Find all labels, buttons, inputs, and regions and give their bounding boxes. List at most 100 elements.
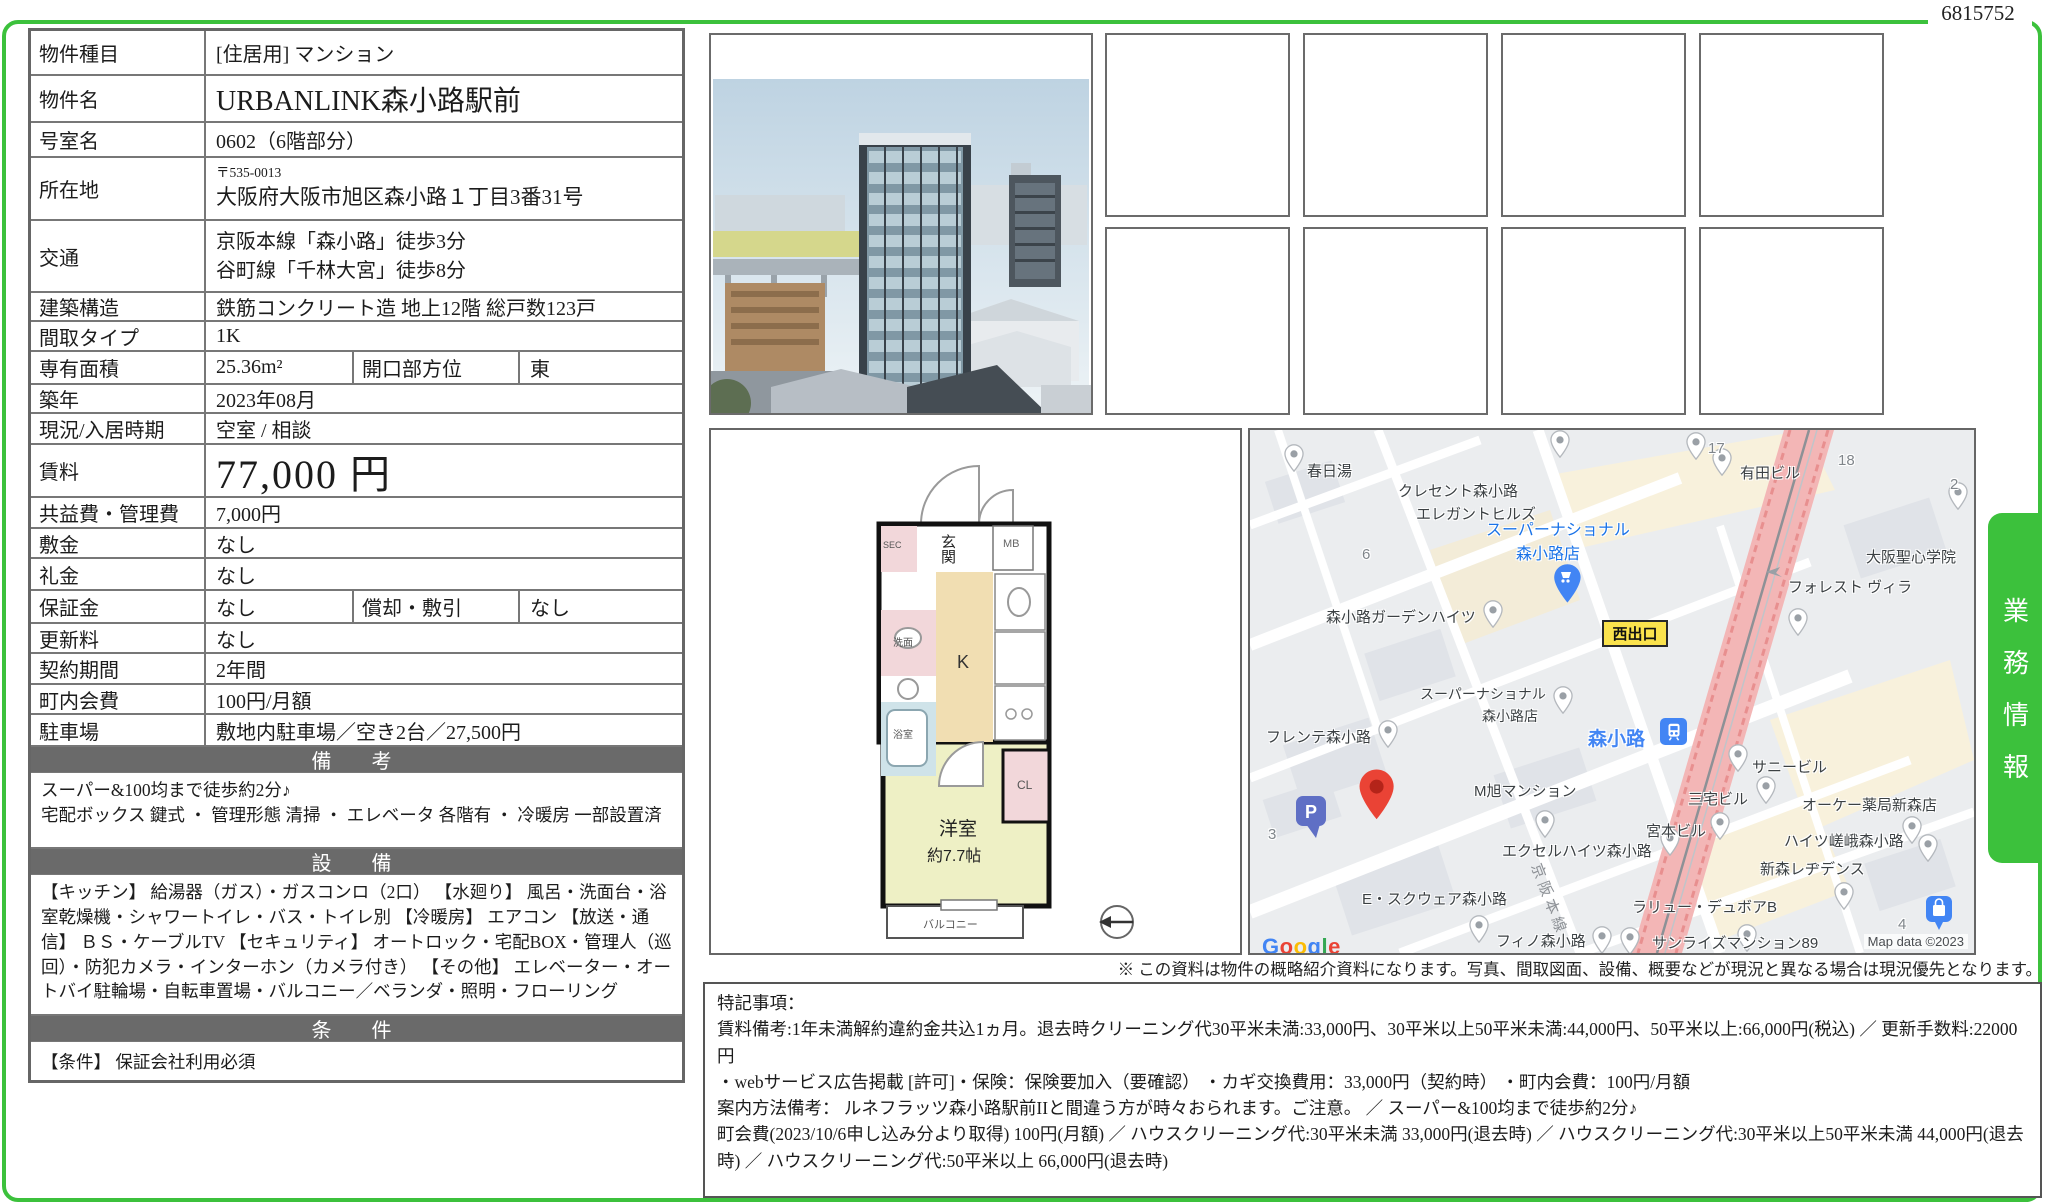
- map-label: 4: [1898, 916, 1906, 933]
- row-value: 敷地内駐車場／空き2台／27,500円: [206, 715, 682, 745]
- table-row: 建築構造 鉄筋コンクリート造 地上12階 総戸数123戸: [31, 293, 682, 322]
- row-label: 築年: [31, 385, 206, 412]
- special-notes-line: ・webサービス広告掲載 [許可]・保険：保険要加入（要確認） ・カギ交換費用：…: [717, 1069, 2028, 1095]
- balcony-label: バルコニー: [923, 916, 978, 932]
- table-row: 交通 京阪本線「森小路」徒歩3分 谷町線「千林大宮」徒歩8分: [31, 221, 682, 293]
- map-label: 3: [1268, 826, 1276, 843]
- table-row: 町内会費 100円/月額: [31, 685, 682, 715]
- meter-box-label: MB: [1003, 538, 1020, 550]
- map-label: 2: [1950, 476, 1958, 493]
- row-label: 賃料: [31, 445, 206, 496]
- address-cell: 〒535-0013 大阪府大阪市旭区森小路１丁目3番31号: [206, 158, 682, 219]
- logo-letter: g: [1308, 934, 1322, 955]
- row-value: 7,000円: [206, 498, 682, 527]
- row-value: 鉄筋コンクリート造 地上12階 総戸数123戸: [206, 293, 682, 320]
- room-size-label: 約7.7帖: [927, 842, 981, 866]
- rent-value: 77,000 円: [206, 445, 682, 496]
- map-label: オーケー薬局新森店: [1802, 794, 1937, 815]
- property-table: 物件種目 [住居用] マンション 物件名 URBANLINK森小路駅前 号室名 …: [28, 28, 685, 1083]
- table-row: 敷金 なし: [31, 529, 682, 559]
- row-label: 間取タイプ: [31, 322, 206, 350]
- logo-letter: G: [1262, 934, 1280, 955]
- equipment-header: 設 備: [31, 849, 682, 875]
- table-row: 専有面積 25.36m² 開口部方位 東: [31, 352, 682, 385]
- washroom-label: 洗面: [893, 634, 913, 649]
- row-label: 共益費・管理費: [31, 498, 206, 527]
- photo-placeholder-4: [1699, 33, 1884, 217]
- map-label: 有田ビル: [1740, 462, 1800, 483]
- floor-area: 25.36m²: [206, 352, 354, 383]
- row-value: なし: [206, 624, 682, 652]
- row-label: 敷金: [31, 529, 206, 557]
- photo-placeholder-2: [1303, 33, 1488, 217]
- row-label: 町内会費: [31, 685, 206, 713]
- map-label: ハイツ嵯峨森小路: [1784, 830, 1904, 851]
- map: P 春日湯 クレセント森小路 エレガントヒルズ 17 有田ビル 18 2 スーパ…: [1248, 428, 1976, 955]
- map-label: スーパーナショナル: [1486, 516, 1630, 540]
- station-name: 森小路: [1588, 724, 1645, 751]
- row-value: 1K: [206, 322, 682, 350]
- row-label: 礼金: [31, 559, 206, 589]
- row-label: 駐車場: [31, 715, 206, 745]
- amortization-label: 償却・敷引: [354, 591, 520, 622]
- floor-plan-box: 玄関 SEC MB 洗面 浴室 K CL 洋室 約7.7帖 バルコニー: [709, 428, 1242, 955]
- table-row: 更新料 なし: [31, 624, 682, 654]
- table-row: 礼金 なし: [31, 559, 682, 591]
- map-label: 春日湯: [1307, 460, 1352, 481]
- remarks-header: 備 考: [31, 747, 682, 773]
- disclaimer-text: ※ この資料は物件の概略紹介資料になります。写真、間取図面、設備、概要などが現況…: [700, 956, 2042, 980]
- map-label: 宮本ビル: [1646, 820, 1706, 841]
- amortization-value: なし: [520, 591, 682, 622]
- special-notes-box: 特記事項： 賃料備考:1年未満解約違約金共込1ヵ月。退去時クリーニング代30平米…: [703, 982, 2042, 1198]
- entrance-label: 玄関: [937, 534, 958, 564]
- row-label: 物件種目: [31, 31, 206, 74]
- shoe-closet-label: SEC: [883, 540, 902, 550]
- row-value: 2年間: [206, 654, 682, 683]
- map-label: E・スクウェア森小路: [1362, 888, 1507, 909]
- map-label: サンライズマンション89: [1652, 932, 1818, 953]
- row-label: 交通: [31, 221, 206, 291]
- map-label: 大阪聖心学院: [1866, 546, 1956, 567]
- map-label: 森小路店: [1516, 540, 1580, 564]
- map-label: 6: [1362, 546, 1370, 563]
- closet-label: CL: [1017, 778, 1032, 792]
- svg-text:P: P: [1305, 802, 1317, 822]
- table-row: 現況/入居時期 空室 / 相談: [31, 414, 682, 445]
- map-label: エクセルハイツ森小路: [1502, 840, 1652, 861]
- map-label: 三宅ビル: [1688, 788, 1748, 809]
- equipment-body: 【キッチン】 給湯器（ガス）・ガスコンロ（2口） 【水廻り】 風呂・洗面台・浴室…: [31, 875, 682, 1016]
- map-label: クレセント森小路: [1398, 480, 1518, 501]
- special-notes-line: 案内方法備考： ルネフラッツ森小路駅前IIと間違う方が時々おられます。ご注意。 …: [717, 1095, 2028, 1121]
- map-label: サニービル: [1752, 756, 1827, 777]
- station-exit-badge: 西出口: [1602, 620, 1668, 647]
- map-label: スーパーナショナル: [1420, 684, 1546, 704]
- bath-label: 浴室: [893, 726, 913, 741]
- row-label: 所在地: [31, 158, 206, 219]
- map-canvas: P: [1250, 430, 1974, 953]
- transit-cell: 京阪本線「森小路」徒歩3分 谷町線「千林大宮」徒歩8分: [206, 221, 682, 291]
- photo-placeholder-5: [1105, 227, 1290, 415]
- table-row: 賃料 77,000 円: [31, 445, 682, 498]
- logo-letter: e: [1328, 934, 1341, 955]
- logo-letter: o: [1280, 934, 1294, 955]
- google-logo: Google: [1262, 934, 1341, 955]
- row-label: 号室名: [31, 123, 206, 156]
- business-info-tab[interactable]: 業務情報: [1988, 513, 2042, 863]
- map-label: M旭マンション: [1474, 780, 1577, 801]
- photo-placeholder-1: [1105, 33, 1290, 217]
- map-label: ラリュー・デュボアB: [1632, 896, 1777, 917]
- table-row: 物件名 URBANLINK森小路駅前: [31, 76, 682, 123]
- special-notes-line: 賃料備考:1年未満解約違約金共込1ヵ月。退去時クリーニング代30平米未満:33,…: [717, 1016, 2028, 1069]
- postal-code: 〒535-0013: [216, 161, 678, 181]
- compass-icon: [1099, 906, 1133, 938]
- row-label: 更新料: [31, 624, 206, 652]
- conditions-header: 条 件: [31, 1016, 682, 1042]
- map-label: フォレスト ヴィラ: [1788, 576, 1912, 597]
- opening-direction-value: 東: [520, 352, 682, 383]
- map-label: 18: [1838, 452, 1855, 469]
- row-value: [住居用] マンション: [206, 31, 682, 74]
- map-attribution: Map data ©2023: [1864, 934, 1968, 949]
- address: 大阪府大阪市旭区森小路１丁目3番31号: [216, 181, 678, 211]
- row-value: なし: [206, 529, 682, 557]
- map-label: 17: [1708, 440, 1725, 457]
